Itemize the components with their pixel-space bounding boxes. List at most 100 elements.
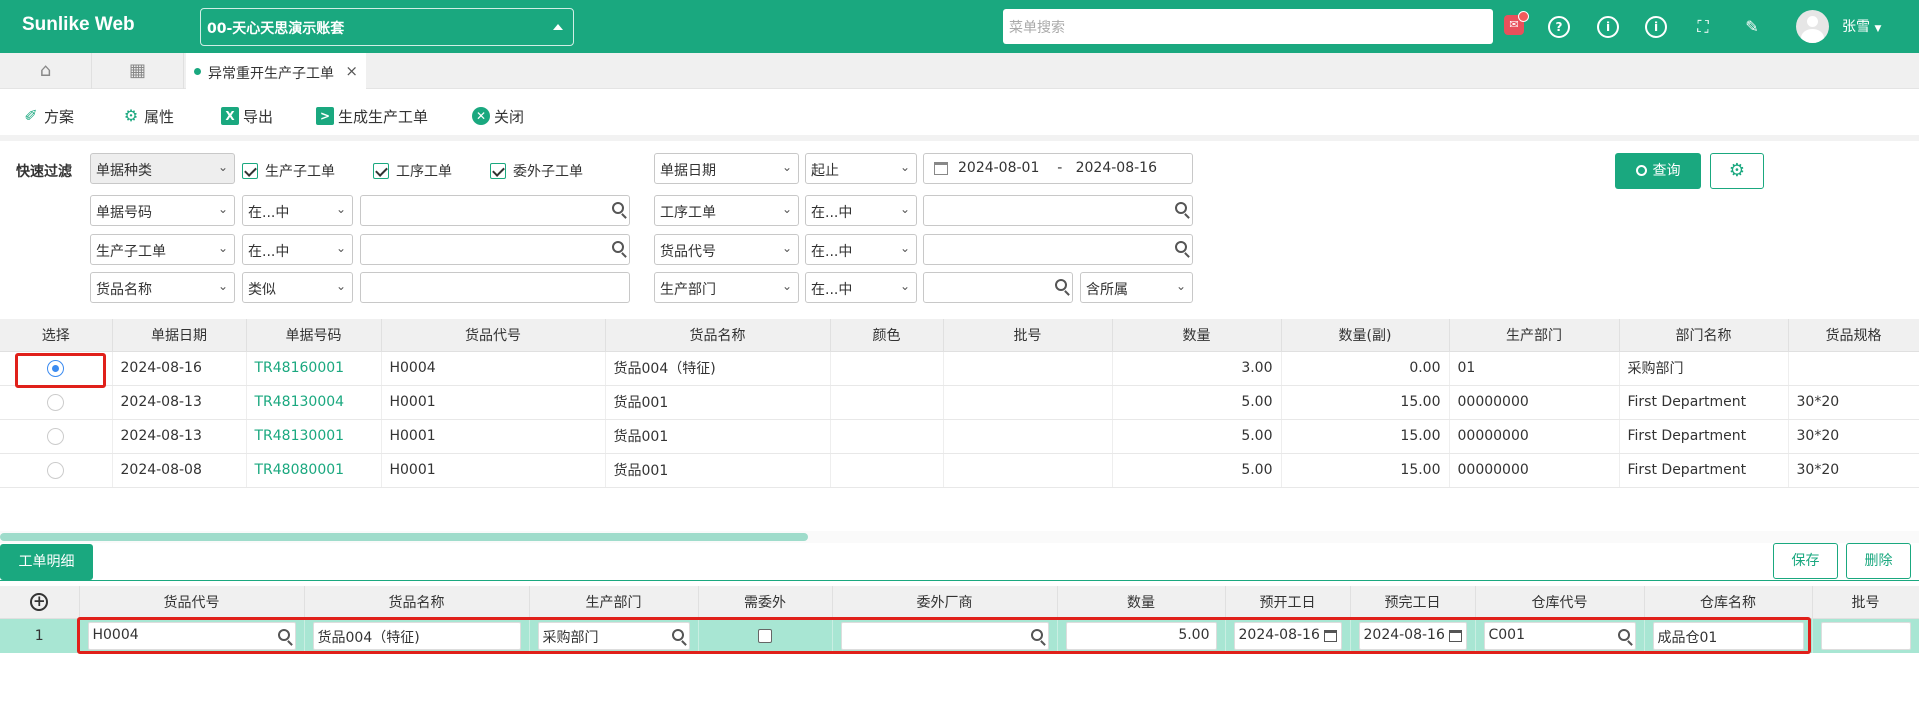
date-field-select[interactable]: 单据日期 ⌄	[654, 153, 799, 184]
col-header[interactable]: 部门名称	[1619, 319, 1789, 352]
col-header[interactable]: 单据号码	[246, 319, 382, 352]
sub-order-input[interactable]	[360, 234, 630, 265]
message-icon[interactable]: ✉	[1504, 11, 1529, 35]
toolbar: ✐ 方案 ⚙ 属性 X 导出 > 生成生产工单 ✕ 关闭	[0, 89, 1919, 141]
filter-field-select[interactable]: 工序工单 ⌄	[654, 195, 799, 226]
scheme-label: 方案	[44, 107, 75, 126]
col-header[interactable]: 选择	[0, 319, 113, 352]
col-header[interactable]: 货品代号	[381, 319, 606, 352]
col-header[interactable]: 生产部门	[1449, 319, 1620, 352]
search-icon[interactable]	[1175, 202, 1187, 214]
avatar[interactable]	[1796, 10, 1829, 43]
col-header[interactable]: 货品代号	[79, 586, 305, 619]
filter-op-select[interactable]: 在...中 ⌄	[805, 234, 917, 265]
select-cell[interactable]	[0, 385, 113, 420]
checkbox-sub-order[interactable]: 生产子工单	[242, 161, 335, 181]
table-row[interactable]: 2024-08-13 TR48130004 H0001 货品001 5.00 1…	[0, 385, 1919, 420]
table-row[interactable]: 2024-08-13 TR48130001 H0001 货品001 5.00 1…	[0, 419, 1919, 454]
col-header[interactable]: 批号	[1812, 586, 1919, 619]
col-header[interactable]: 单据日期	[112, 319, 247, 352]
filter-settings-button[interactable]: ⚙	[1710, 153, 1764, 189]
include-sub-select[interactable]: 含所属 ⌄	[1080, 272, 1193, 303]
product-code-input[interactable]	[923, 234, 1193, 265]
col-header[interactable]: 数量	[1112, 319, 1282, 352]
doc-type-select[interactable]: 单据种类 ⌄	[90, 153, 235, 184]
query-button[interactable]: 查询	[1615, 153, 1701, 189]
help-icon[interactable]: ?	[1548, 16, 1570, 38]
process-order-input[interactable]	[923, 195, 1193, 226]
search-icon[interactable]	[1055, 279, 1067, 291]
batch-field[interactable]	[1820, 621, 1911, 650]
filter-op-select[interactable]: 在...中 ⌄	[805, 272, 917, 303]
filter-op-select[interactable]: 在...中 ⌄	[805, 195, 917, 226]
chevron-down-icon: ⌄	[217, 160, 228, 174]
batch-cell[interactable]	[1812, 618, 1919, 653]
search-icon[interactable]	[1175, 241, 1187, 253]
scheme-button[interactable]: ✐ 方案	[22, 106, 74, 126]
col-header[interactable]: 货品名称	[304, 586, 530, 619]
col-header[interactable]: 委外厂商	[832, 586, 1058, 619]
col-header[interactable]: 仓库代号	[1475, 586, 1645, 619]
save-button[interactable]: 保存	[1773, 543, 1838, 579]
filter-field-select[interactable]: 生产部门 ⌄	[654, 272, 799, 303]
brush-icon[interactable]: ✎	[1741, 16, 1763, 38]
radio-icon[interactable]	[47, 393, 65, 411]
tab-active[interactable]: 异常重开生产子工单 ×	[186, 53, 366, 89]
doc-no-link[interactable]: TR48130001	[246, 419, 382, 454]
apps-grid-icon[interactable]: ▦	[92, 53, 184, 89]
col-header[interactable]: 数量(副)	[1281, 319, 1450, 352]
user-menu[interactable]: 张雪 ▼	[1842, 16, 1881, 36]
table-row[interactable]: 2024-08-16 TR48160001 H0004 货品004（特征) 3.…	[0, 351, 1919, 386]
filter-field-select[interactable]: 生产子工单 ⌄	[90, 234, 235, 265]
doc-no-link[interactable]: TR48130004	[246, 385, 382, 420]
col-header[interactable]: 预完工日	[1350, 586, 1476, 619]
filter-op-select[interactable]: 类似 ⌄	[242, 272, 353, 303]
checkbox-process-order[interactable]: 工序工单	[373, 161, 452, 181]
col-header[interactable]: 批号	[943, 319, 1113, 352]
properties-button[interactable]: ⚙ 属性	[122, 106, 174, 126]
tab-order-detail[interactable]: 工单明细	[0, 544, 93, 580]
search-icon[interactable]	[612, 241, 624, 253]
col-header[interactable]: 预开工日	[1225, 586, 1351, 619]
menu-search-input[interactable]: 菜单搜索	[1003, 9, 1493, 44]
filter-op-select[interactable]: 在...中 ⌄	[242, 234, 353, 265]
select-cell[interactable]	[0, 453, 113, 488]
doc-no-link[interactable]: TR48160001	[246, 351, 382, 386]
date-range-picker[interactable]: 2024-08-01 - 2024-08-16	[923, 153, 1193, 184]
col-header[interactable]: 货品名称	[605, 319, 831, 352]
select-cell[interactable]	[0, 419, 113, 454]
radio-icon[interactable]	[47, 461, 65, 479]
radio-icon[interactable]	[47, 427, 65, 445]
filter-field-select[interactable]: 单据号码 ⌄	[90, 195, 235, 226]
col-header[interactable]: 货品规格	[1788, 319, 1919, 352]
col-header[interactable]: 仓库名称	[1644, 586, 1813, 619]
close-button[interactable]: ✕ 关闭	[472, 106, 524, 126]
filter-op-select[interactable]: 在...中 ⌄	[242, 195, 353, 226]
search-icon	[1635, 165, 1647, 176]
doc-no-link[interactable]: TR48080001	[246, 453, 382, 488]
export-button[interactable]: X 导出	[221, 106, 273, 126]
info-icon[interactable]: i	[1597, 16, 1619, 38]
checkbox-outsource-order[interactable]: 委外子工单	[490, 161, 583, 181]
about-icon[interactable]: i	[1645, 16, 1667, 38]
filter-field-select[interactable]: 货品名称 ⌄	[90, 272, 235, 303]
col-header[interactable]: 颜色	[830, 319, 944, 352]
home-icon[interactable]: ⌂	[0, 53, 92, 89]
table-row[interactable]: 2024-08-08 TR48080001 H0001 货品001 5.00 1…	[0, 453, 1919, 488]
fullscreen-icon[interactable]: ⛶	[1692, 16, 1714, 38]
filter-field-select[interactable]: 货品代号 ⌄	[654, 234, 799, 265]
add-row-button[interactable]: +	[0, 586, 80, 619]
dept-input[interactable]	[923, 272, 1073, 303]
delete-button[interactable]: 删除	[1846, 543, 1911, 579]
account-selector[interactable]: 00-天心天思演示账套	[200, 8, 574, 46]
col-header[interactable]: 需委外	[698, 586, 833, 619]
date-mode-select[interactable]: 起止 ⌄	[805, 153, 917, 184]
col-header[interactable]: 生产部门	[529, 586, 699, 619]
horizontal-scrollbar[interactable]	[0, 533, 808, 541]
generate-order-button[interactable]: > 生成生产工单	[316, 106, 428, 126]
col-header[interactable]: 数量	[1057, 586, 1226, 619]
product-name-input[interactable]	[360, 272, 630, 303]
doc-no-input[interactable]	[360, 195, 630, 226]
search-icon[interactable]	[612, 202, 624, 214]
close-tab-icon[interactable]: ×	[345, 62, 358, 80]
